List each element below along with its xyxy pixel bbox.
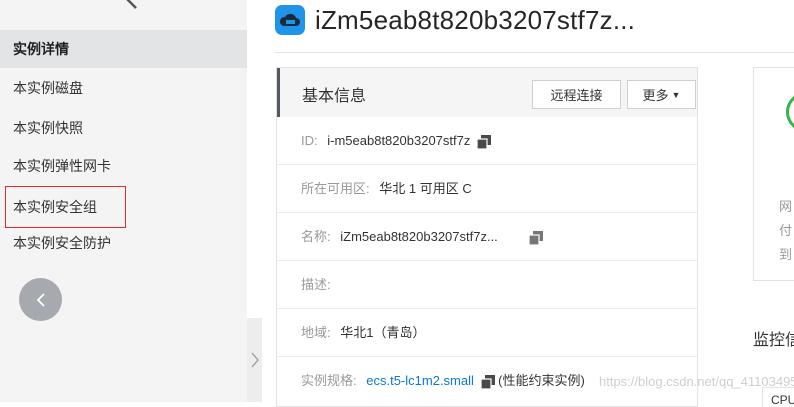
info-row-name: 名称: iZm5eab8t820b3207stf7z... (277, 213, 697, 261)
sidebar-item-security-group[interactable]: 本实例安全组 (5, 186, 126, 228)
basic-info-card: 基本信息 远程连接 更多 ▼ ID: i-m5eab8t820b3207stf7… (276, 67, 698, 407)
info-row-instance-type: 实例规格: ecs.t5-lc1m2.small (性能约束实例) (277, 357, 697, 405)
row-label: ID: (301, 133, 318, 148)
info-row-description: 描述: (277, 261, 697, 309)
page-header: iZm5eab8t820b3207stf7z... (275, 0, 794, 40)
status-panel: 网 付 到 (753, 67, 794, 281)
copy-icon[interactable] (529, 230, 544, 245)
more-button[interactable]: 更多 ▼ (627, 80, 696, 109)
row-label: 所在可用区: (301, 181, 370, 196)
row-label: 地域: (301, 325, 331, 340)
chevron-left-icon (36, 292, 45, 307)
monitor-tab[interactable]: CPU (762, 387, 794, 407)
row-label: 描述: (301, 277, 331, 292)
sidebar-item-snapshots[interactable]: 本实例快照 (0, 109, 247, 147)
info-row-region: 地域: 华北1（青岛） (277, 309, 697, 357)
card-header: 基本信息 远程连接 更多 ▼ (277, 68, 697, 117)
row-suffix: (性能约束实例) (498, 373, 585, 388)
sidebar-item-disks[interactable]: 本实例磁盘 (0, 69, 247, 107)
status-line: 到 (779, 247, 793, 262)
expand-gutter[interactable] (247, 318, 262, 402)
monitor-title: 监控信 (753, 332, 794, 349)
row-value: 华北 1 可用区 C (379, 181, 472, 196)
row-value: 华北1（青岛） (340, 325, 426, 340)
info-row-id: ID: i-m5eab8t820b3207stf7z (277, 117, 697, 165)
status-line: 网 (779, 199, 793, 214)
collapse-sidebar-button[interactable] (19, 278, 62, 321)
sidebar-item-instance-details[interactable]: 实例详情 (0, 30, 247, 68)
chevron-right-icon (251, 352, 259, 368)
card-title: 基本信息 (302, 88, 367, 105)
info-row-zone: 所在可用区: 华北 1 可用区 C (277, 165, 697, 213)
status-line: 付 (779, 223, 793, 238)
row-label: 实例规格: (301, 373, 357, 388)
caret-down-icon: ▼ (671, 89, 681, 100)
cloud-server-icon (275, 5, 305, 35)
sidebar: 实例详情 本实例磁盘 本实例快照 本实例弹性网卡 本实例安全组 本实例安全防护 (0, 0, 247, 402)
instance-type-link[interactable]: ecs.t5-lc1m2.small (366, 373, 474, 388)
sidebar-item-eni[interactable]: 本实例弹性网卡 (0, 147, 247, 185)
more-button-label: 更多 (642, 88, 669, 103)
remote-connect-button[interactable]: 远程连接 (532, 80, 621, 109)
row-value: iZm5eab8t820b3207stf7z... (340, 229, 498, 244)
sidebar-item-security-protection[interactable]: 本实例安全防护 (0, 224, 247, 262)
copy-icon[interactable] (480, 374, 495, 389)
row-value: i-m5eab8t820b3207stf7z (327, 133, 471, 148)
row-label: 名称: (301, 229, 331, 244)
page-title: iZm5eab8t820b3207stf7z... (315, 4, 636, 35)
chevron-left-icon[interactable] (118, 0, 142, 12)
copy-icon[interactable] (476, 134, 491, 149)
status-ring-icon (786, 92, 794, 132)
divider (275, 52, 794, 53)
